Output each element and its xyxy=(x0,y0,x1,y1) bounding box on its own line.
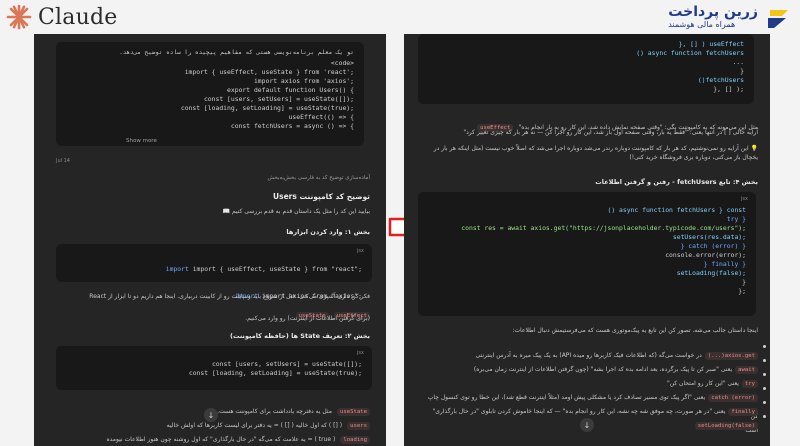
section2-item-2: ( true ) = یه علامت که می‌گه "در حال بار… xyxy=(106,436,336,443)
code-line: ()fetchUsers xyxy=(674,76,744,84)
code-line: } xyxy=(717,67,744,75)
left-chat-panel[interactable]: تو یک معلم برنامه‌نویسی هستی که مفاهیم پ… xyxy=(34,34,386,446)
code-line: setLoading(false); xyxy=(645,269,746,277)
section1-desc-1: فکر کن داری آشپزی می‌کنی. قبل از شروع با… xyxy=(89,293,370,300)
response-title: توضیح کد کامپوننت Users xyxy=(273,192,370,201)
code-line: const res = await axios.get("https://jso… xyxy=(430,224,746,232)
section1-code-block: jsx import import { useEffect, useState … xyxy=(56,244,372,300)
zarinpal-title: زرین پرداخت xyxy=(668,4,758,20)
code-line: }; xyxy=(722,287,746,295)
bullet-dot xyxy=(763,401,766,404)
section1-title: بخش ۱: وارد کردن ابزارها xyxy=(286,228,370,236)
message-date: Jul 14 xyxy=(56,158,70,164)
code-line: } finally } xyxy=(680,260,746,268)
bullet-dot xyxy=(763,373,766,376)
code-line: setUsers(res.data); xyxy=(642,233,746,241)
fetch-summary: اینجا داستان جالب می‌شه. تصور کن این تاب… xyxy=(512,327,758,334)
section1-desc-2: (برای گرفتن اطلاعات از اینترنت) رو وارد … xyxy=(245,315,370,322)
code-lang-tag: jsx xyxy=(357,350,364,356)
code-line: import import { useEffect, useState } fr… xyxy=(165,265,362,273)
prompt-code-line: import { useEffect, useState } from 'rea… xyxy=(184,68,354,76)
bullet-dot xyxy=(763,359,766,362)
prompt-code-line: export default function Users() { xyxy=(227,86,354,94)
code-pill: setLoading(false) xyxy=(694,422,758,430)
code-line: const [loading, setLoading] = useState(t… xyxy=(188,369,362,377)
claude-logo-icon xyxy=(6,4,32,30)
code-lang-tag: jsx xyxy=(357,248,364,254)
code-line: } xyxy=(719,278,746,286)
section2-title: بخش ۲: تعریف State ها (حافظه کامپوننت) xyxy=(230,332,370,340)
code-line: try } xyxy=(703,215,746,223)
right-chat-panel[interactable]: }, [] ) useEffect () async function fetc… xyxy=(404,34,770,446)
code-line: ... xyxy=(701,58,744,66)
code-line: console.error(error); xyxy=(634,251,746,259)
response-intro: بیایید این کد را مثل یک داستان قدم به قد… xyxy=(222,208,370,215)
claude-wordmark: Claude xyxy=(38,4,118,30)
scroll-down-button[interactable]: ↓ xyxy=(204,408,218,422)
show-more-link[interactable]: Show more xyxy=(126,138,157,144)
intro-line-3: 💡 این آرایه رو نمی‌نوشتیم، کد هر بار که … xyxy=(433,145,758,161)
bullet-dot xyxy=(763,415,766,418)
code-line: const [users, setUsers] = useState([]); xyxy=(211,360,362,368)
code-line: () async function fetchUsers } const xyxy=(592,206,746,214)
code-line: }, [] ); xyxy=(697,85,744,93)
section2-code-block: jsx const [users, setUsers] = useState([… xyxy=(56,346,372,390)
arrow-down-icon: ↓ xyxy=(583,420,591,430)
prompt-intro: تو یک معلم برنامه‌نویسی هستی که مفاهیم پ… xyxy=(119,49,354,56)
thinking-note[interactable]: آماده‌سازی توضیح کد به فارسی بخش‌به‌بخش xyxy=(70,174,370,183)
screenshot-frame: Claude زرین پرداخت همراه مالی هوشمند تو … xyxy=(0,0,800,446)
prompt-code-line: const [users, setUsers] = useState([]); xyxy=(196,95,354,103)
scroll-down-button[interactable]: ↓ xyxy=(580,418,594,432)
bullet-dot xyxy=(763,345,766,348)
zarinpal-subtitle: همراه مالی هوشمند xyxy=(668,20,736,29)
claude-brand: Claude xyxy=(6,4,117,30)
prompt-code: <code> import { useEffect, useState } fro… xyxy=(66,59,354,131)
prompt-code-line: import axios from 'axios'; xyxy=(253,77,354,85)
code-line: () async function fetchUsers xyxy=(613,49,744,57)
arrow-down-icon: ↓ xyxy=(207,410,215,420)
section4-title: بخش ۴: تابع fetchUsers - رفتن و گرفتن اط… xyxy=(595,178,758,186)
prompt-code-line: const fetchUsers = async () => { xyxy=(215,122,354,130)
code-line: }, [] ) useEffect xyxy=(663,40,744,48)
zarinpal-logo-icon xyxy=(768,10,788,28)
zarinpal-brand: زرین پرداخت همراه مالی هوشمند xyxy=(668,4,792,32)
intro-line-2: آرایه خالی [ ] در انتها یعنی: "فقط یه با… xyxy=(463,129,758,136)
user-prompt-box: تو یک معلم برنامه‌نویسی هستی که مفاهیم پ… xyxy=(56,42,364,146)
bullet-dot xyxy=(763,387,766,390)
section4-code-block: jsx () async function fetchUsers } const… xyxy=(418,192,756,316)
prompt-code-line: const [loading, setLoading] = useState(t… xyxy=(173,104,354,112)
code-lang-tag: jsx xyxy=(741,196,748,202)
prompt-code-line: <code> xyxy=(330,59,354,67)
top-code-block: }, [] ) useEffect () async function fetc… xyxy=(418,34,754,104)
prompt-code-line: useEffect(() => { xyxy=(280,113,354,121)
code-line: } catch (error) } xyxy=(657,242,746,250)
pill-loading: loading xyxy=(340,436,370,444)
